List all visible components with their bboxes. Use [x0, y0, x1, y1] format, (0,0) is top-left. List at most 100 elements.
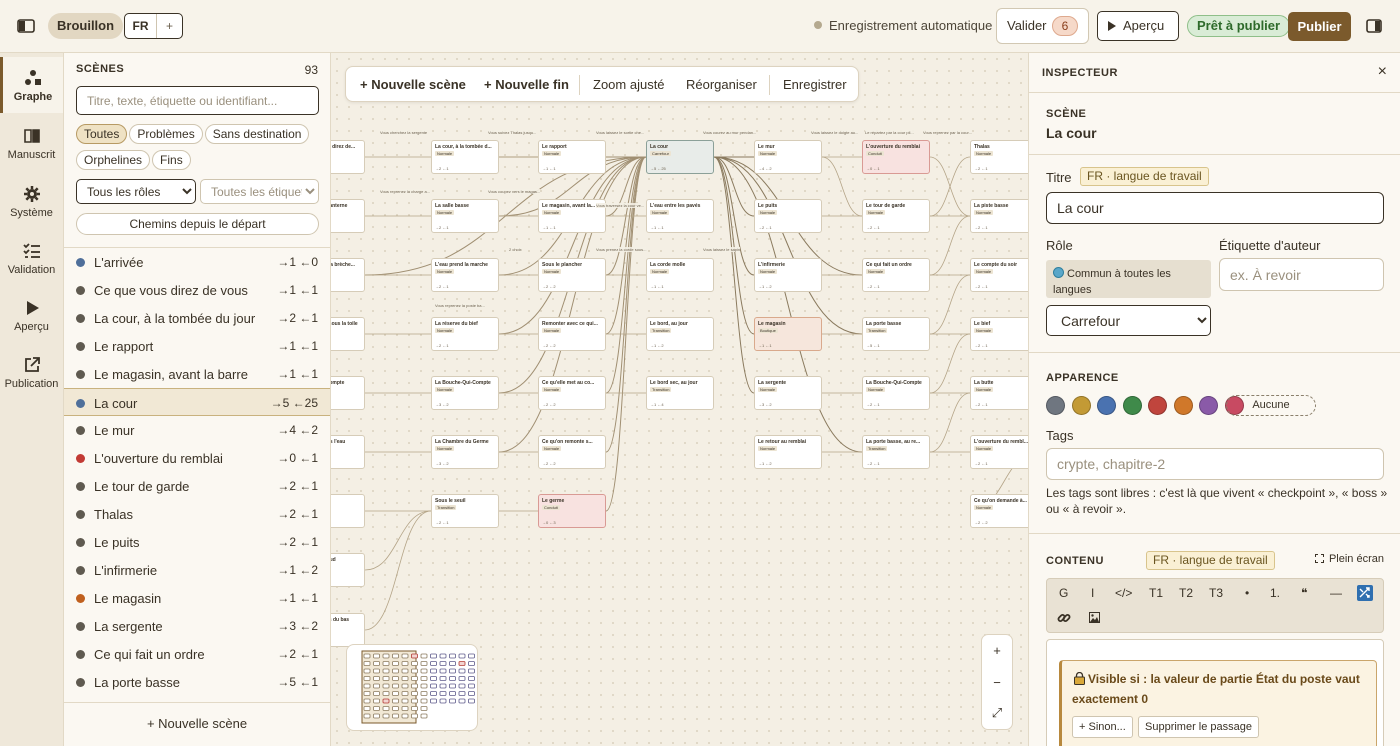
graph-node[interactable]: Le bord, au jour Transition →1 ←2 [646, 317, 714, 351]
new-scene-button[interactable]: + Nouvelle scène [64, 702, 330, 746]
graph-node[interactable]: Le dernier compteNormale→1 ←1 [331, 376, 365, 410]
zoom-out-button[interactable]: − [982, 675, 1012, 690]
graph-node[interactable]: La sergente Normale →3 ←2 [754, 376, 822, 410]
code-button[interactable]: </> [1115, 586, 1132, 600]
add-language-button[interactable]: + [157, 14, 182, 38]
graph-node[interactable]: Les marches du basNormale→1 ←1 [331, 613, 365, 647]
graph-node[interactable]: Sous le seuil Transition →2 ←1 [431, 494, 499, 528]
graph-node[interactable]: Le bief Normale →2 ←1 [970, 317, 1028, 351]
color-swatch[interactable] [1173, 396, 1193, 415]
graph-node[interactable]: La Bouche-Qui-Compte Normale →2 ←1 [862, 376, 930, 410]
quote-button[interactable]: ❝ [1301, 586, 1307, 600]
scene-list-item[interactable]: L'ouverture du remblai →0 ←1 [64, 444, 330, 472]
scene-list-item[interactable]: Ce qui fait un ordre →2 ←1 [64, 640, 330, 668]
delete-passage-button[interactable]: Supprimer le passage [1138, 716, 1260, 738]
scene-list-item[interactable]: Le puits →2 ←1 [64, 528, 330, 556]
rail-item-publication[interactable]: Publication [0, 344, 63, 400]
scene-list-item[interactable]: Le rapport →1 ←1 [64, 332, 330, 360]
graph-node[interactable]: La Chambre du Germe Normale →3 ←2 [431, 435, 499, 469]
rail-item-preview[interactable]: Aperçu [0, 287, 63, 343]
graph-node[interactable]: La réserve du bief Normale →2 ←1 [431, 317, 499, 351]
scene-list-item[interactable]: La cour, à la tombée du jour →2 ←1 [64, 304, 330, 332]
scene-list-item[interactable]: L'arrivée →1 ←0 [64, 248, 330, 276]
graph-node[interactable]: L'ouverture du rembl... Normale →2 ←1 [970, 435, 1028, 469]
tags-select[interactable]: Toutes les étiquettes [200, 179, 319, 204]
content-editor[interactable]: Visible si : la valeur de partie État du… [1046, 639, 1384, 746]
fullscreen-button[interactable]: Plein écran [1314, 553, 1384, 565]
graph-node[interactable]: Sous le plancher Normale →2 ←2 [538, 258, 606, 292]
graph-node[interactable]: Le compte, sous la toileNormale→1 ←1 [331, 317, 365, 351]
filter-no-destination[interactable]: Sans destination [204, 124, 310, 144]
scene-list-item[interactable]: La porte basse →5 ←1 [64, 668, 330, 696]
graph-node[interactable]: Le puits Normale →2 ←1 [754, 199, 822, 233]
graph-node[interactable]: L'infirmerie Normale →1 ←2 [754, 258, 822, 292]
fit-view-icon[interactable]: ⤢ [982, 705, 1012, 721]
branch-icon[interactable] [1357, 585, 1373, 601]
graph-node[interactable]: L'eau entre les pavés Normale →1 ←1 [646, 199, 714, 233]
language-fr-button[interactable]: FR [125, 14, 157, 38]
scene-list-item[interactable]: Le magasin →1 ←1 [64, 584, 330, 612]
graph-node[interactable]: Le droit de lanterneNormale→1 ←2 [331, 199, 365, 233]
graph-node[interactable]: Ce qu'on remonte s... Normale →2 ←2 [538, 435, 606, 469]
heading-1-button[interactable]: T1 [1149, 586, 1163, 600]
graph-node[interactable]: Le seuil chaudNormale→1 ←1 [331, 553, 365, 587]
graph-node[interactable]: La Bouche-Qui-Compte Normale →3 ←2 [431, 376, 499, 410]
image-icon[interactable] [1089, 612, 1100, 623]
graph-node[interactable]: Le rapport Normale →1 ←1 [538, 140, 606, 174]
inspector-toggle-icon[interactable] [1366, 17, 1382, 35]
link-icon[interactable] [1057, 611, 1071, 625]
graph-node[interactable]: La porte basse, au re... Transition →2 ←1 [862, 435, 930, 469]
publish-button[interactable]: Publier [1288, 12, 1351, 41]
close-icon[interactable]: × [1378, 63, 1387, 81]
color-swatch[interactable] [1097, 396, 1116, 415]
graph-node[interactable]: La piste basse Normale →2 ←1 [970, 199, 1028, 233]
color-swatch[interactable] [1071, 396, 1091, 415]
no-color-button[interactable]: Aucune [1226, 395, 1316, 416]
graph-node[interactable]: L'ouverture du remblai Conduit →0 ←1 [862, 140, 930, 174]
filter-endings[interactable]: Fins [152, 150, 191, 170]
tags-input[interactable] [1046, 448, 1384, 480]
graph-node[interactable]: La corde molle Normale →1 ←1 [646, 258, 714, 292]
graph-node[interactable]: Ce qu'on demande à... Normale →2 ←2 [970, 494, 1028, 528]
graph-node[interactable]: Ce que vous direz de...Normale→1 ←1 [331, 140, 365, 174]
sidebar-toggle-icon[interactable] [17, 17, 35, 35]
rail-item-validation[interactable]: Validation [0, 230, 63, 286]
graph-node[interactable]: L'eau prend la marche Normale →2 ←1 [431, 258, 499, 292]
rail-item-graph[interactable]: Graphe [0, 57, 63, 113]
graph-node[interactable]: Le seuil sous l'eauNormale→1 ←2 [331, 435, 365, 469]
save-graph-button[interactable]: Enregistrer [783, 77, 847, 92]
rail-item-system[interactable]: Système [0, 173, 63, 229]
scene-title-input[interactable] [1046, 192, 1384, 224]
scene-list-item[interactable]: L'infirmerie →1 ←2 [64, 556, 330, 584]
add-else-button[interactable]: + Sinon... [1072, 716, 1133, 738]
graph-node[interactable]: La cour Carrefour →5 ←25 [646, 140, 714, 174]
reorganize-button[interactable]: Réorganiser [686, 77, 757, 92]
zoom-in-button[interactable]: + [982, 643, 1012, 658]
graph-node[interactable]: Le bord sec, au jour Transition →1 ←4 [646, 376, 714, 410]
author-tag-input[interactable] [1219, 258, 1384, 291]
role-select[interactable]: Carrefour [1046, 305, 1211, 336]
zoom-fit-button[interactable]: Zoom ajusté [593, 77, 665, 92]
color-swatch[interactable] [1199, 396, 1218, 415]
italic-button[interactable]: I [1091, 586, 1094, 600]
color-swatch[interactable] [1046, 396, 1065, 415]
heading-3-button[interactable]: T3 [1209, 586, 1223, 600]
bold-button[interactable]: G [1059, 586, 1068, 600]
heading-2-button[interactable]: T2 [1179, 586, 1193, 600]
graph-node[interactable]: Ce qu'elle met au co... Normale →2 ←2 [538, 376, 606, 410]
filter-all[interactable]: Toutes [76, 124, 128, 144]
scene-search-input[interactable] [76, 86, 319, 115]
divider-button[interactable]: — [1330, 586, 1342, 600]
color-swatch[interactable] [1122, 396, 1142, 415]
scene-list-item[interactable]: Le magasin, avant la barre →1 ←1 [64, 360, 330, 388]
paths-from-start-button[interactable]: Chemins depuis le départ [76, 213, 319, 235]
graph-node[interactable]: Le magasin Boutique →1 ←1 [754, 317, 822, 351]
graph-node[interactable]: La porte basse Transition →5 ←1 [862, 317, 930, 351]
graph-node[interactable]: Thalas Normale →2 ←1 [970, 140, 1028, 174]
graph-node[interactable]: Le tour de garde Normale →2 ←1 [862, 199, 930, 233]
rail-item-manuscript[interactable]: Manuscrit [0, 115, 63, 171]
bullet-list-button[interactable]: • [1245, 586, 1249, 600]
scene-list-item[interactable]: La sergente →3 ←2 [64, 612, 330, 640]
graph-node[interactable]: Le retour au remblai Normale →1 ←2 [754, 435, 822, 469]
scene-list-item[interactable]: La cour →5 ←25 [64, 388, 330, 416]
